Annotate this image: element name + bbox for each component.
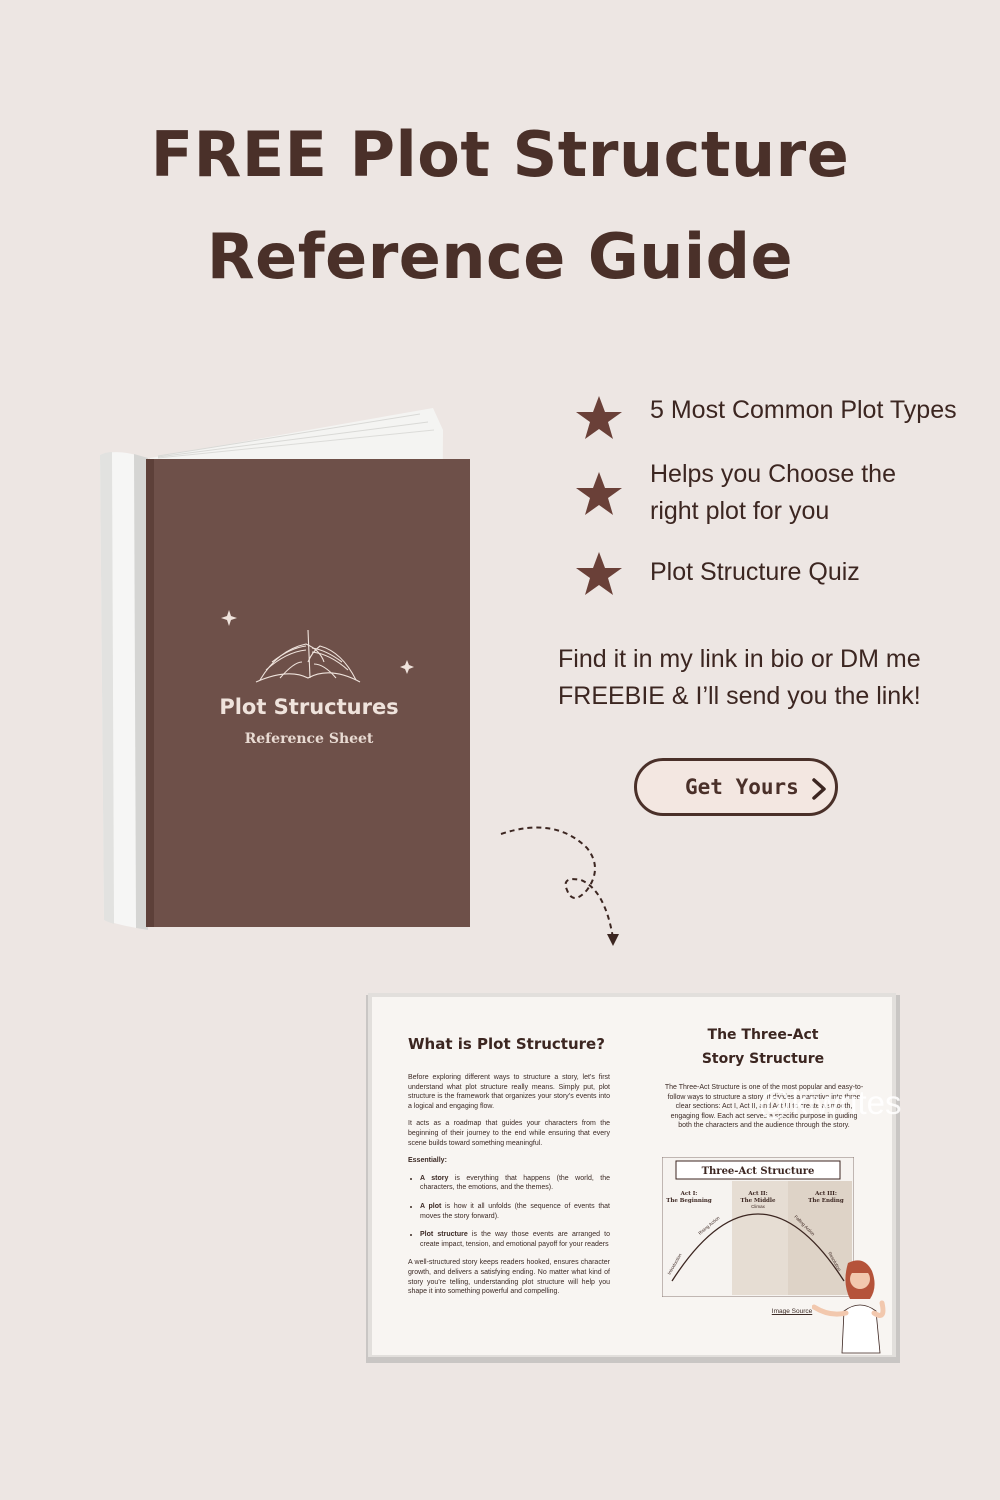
instructions-line: FREEBIE & I’ll send you the link!: [558, 682, 921, 710]
left-para-1: Before exploring different ways to struc…: [408, 1074, 610, 1110]
get-yours-button[interactable]: Get Yours: [634, 758, 838, 816]
chart-title: Three-Act Structure: [702, 1166, 815, 1177]
act-2-label: Act II:: [747, 1191, 767, 1197]
preview-left-page: What is Plot Structure? Before exploring…: [372, 997, 635, 1355]
list-item: A plot is how it all unfolds (the sequen…: [420, 1202, 610, 1221]
feature-text: right plot for you: [650, 497, 830, 525]
list-item: A story is everything that happens (the …: [420, 1174, 610, 1193]
essentially-label: Essentially:: [408, 1157, 447, 1165]
cover-title: Plot Structures: [219, 695, 399, 719]
list-item: Plot structure is the way those events a…: [420, 1230, 610, 1249]
act-1-label: Act I:: [680, 1191, 698, 1197]
page-title-line-1: FREE Plot Structure: [150, 118, 850, 191]
right-page-heading: The Three-Act Story Structure: [701, 1027, 825, 1067]
dashed-arrow-icon: [500, 826, 619, 946]
feature-item: Helps you Choose the right plot for you: [575, 460, 896, 525]
left-para-2: It acts as a roadmap that guides your ch…: [408, 1120, 610, 1147]
book-mockup: [98, 400, 488, 940]
feature-text: Helps you Choose the: [650, 460, 896, 488]
page-title-line-2: Reference Guide: [206, 220, 794, 293]
watermark: @kiwrites: [758, 1084, 902, 1121]
instructions-text: Find it in my link in bio or DM me FREEB…: [558, 641, 921, 715]
left-page-heading: What is Plot Structure?: [408, 1035, 605, 1053]
presenter-illustration: [812, 1260, 886, 1354]
feature-text: Plot Structure Quiz: [650, 558, 860, 586]
book-illustration: [100, 408, 470, 930]
feature-item: Plot Structure Quiz: [575, 550, 860, 598]
get-yours-label: Get Yours: [685, 775, 799, 799]
star-icon: [576, 472, 622, 515]
left-para-3: A well-structured story keeps readers ho…: [408, 1259, 610, 1296]
cover-subtitle: Reference Sheet: [244, 731, 374, 747]
star-icon: [576, 396, 622, 439]
chevron-right-icon: [812, 778, 826, 800]
instructions-line: Find it in my link in bio or DM me: [558, 645, 921, 673]
left-page-body: Before exploring different ways to struc…: [408, 1073, 610, 1305]
star-icon: [576, 552, 622, 595]
feature-text: 5 Most Common Plot Types: [650, 396, 957, 424]
stage-label: Climax: [751, 1204, 766, 1209]
feature-item: 5 Most Common Plot Types: [575, 394, 957, 442]
act-3-sub: The Ending: [808, 1198, 844, 1204]
guide-preview: What is Plot Structure? Before exploring…: [366, 993, 900, 1363]
act-1-sub: The Beginning: [666, 1198, 712, 1204]
act-3-label: Act III:: [814, 1191, 837, 1197]
